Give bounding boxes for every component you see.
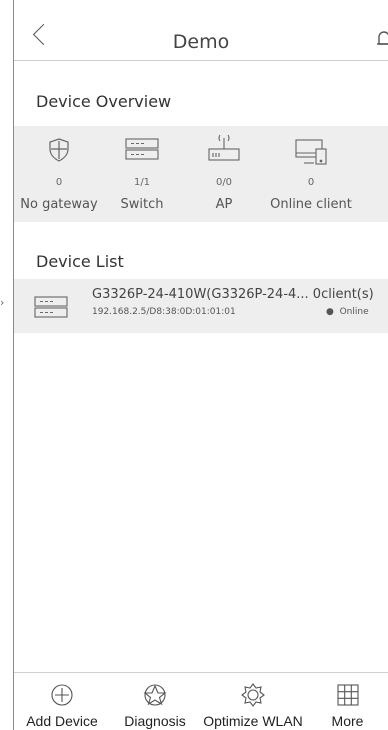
switch-icon <box>34 296 68 318</box>
device-overview-title: Device Overview <box>36 92 172 111</box>
add-icon <box>51 684 73 706</box>
device-overview-panel: 0 No gateway 1/1 Switch 0/0 AP 0 Online … <box>14 126 388 222</box>
bottom-tab-bar: Add Device Diagnosis Optimize WLAN More <box>14 672 388 730</box>
device-status-label: Online <box>339 307 369 317</box>
tab-label-optimize-wlan: Optimize WLAN <box>203 713 303 729</box>
chevron-right-icon: › <box>0 296 5 309</box>
navigation-bar: Demo <box>14 0 388 61</box>
page-title: Demo <box>172 31 230 53</box>
diagnosis-icon <box>143 684 167 706</box>
notification-bell-icon[interactable] <box>376 30 388 48</box>
app-screen: Demo Device Overview 0 No gateway 1/1 Sw… <box>13 0 388 730</box>
ap-count: 0/0 <box>215 177 233 188</box>
device-list-item[interactable]: G3326P-24-410W(G3326P-24-4... 0client(s)… <box>14 279 388 333</box>
device-name: G3326P-24-410W(G3326P-24-4... 0client(s) <box>92 287 374 302</box>
online-dot-icon: ● <box>326 307 334 317</box>
client-count: 0 <box>307 177 315 188</box>
optimize-icon <box>241 683 265 707</box>
grid-icon <box>336 684 359 706</box>
client-icon <box>295 139 327 165</box>
switch-label: Switch <box>120 197 164 212</box>
device-list-title: Device List <box>36 252 124 271</box>
shield-icon <box>49 138 69 162</box>
tab-label-more: More <box>331 713 364 729</box>
tab-label-diagnosis: Diagnosis <box>124 713 186 729</box>
device-status: ● Online <box>326 307 369 317</box>
switch-icon <box>125 138 159 160</box>
gateway-count: 0 <box>55 177 63 188</box>
device-address: 192.168.2.5/D8:38:0D:01:01:01 <box>92 307 236 317</box>
switch-count: 1/1 <box>133 177 151 188</box>
router-icon <box>208 134 240 161</box>
gateway-label: No gateway <box>20 197 98 212</box>
tab-label-add-device: Add Device <box>26 713 98 729</box>
ap-label: AP <box>215 197 233 212</box>
background-page-edge: › <box>0 0 13 730</box>
client-label: Online client <box>270 197 352 212</box>
